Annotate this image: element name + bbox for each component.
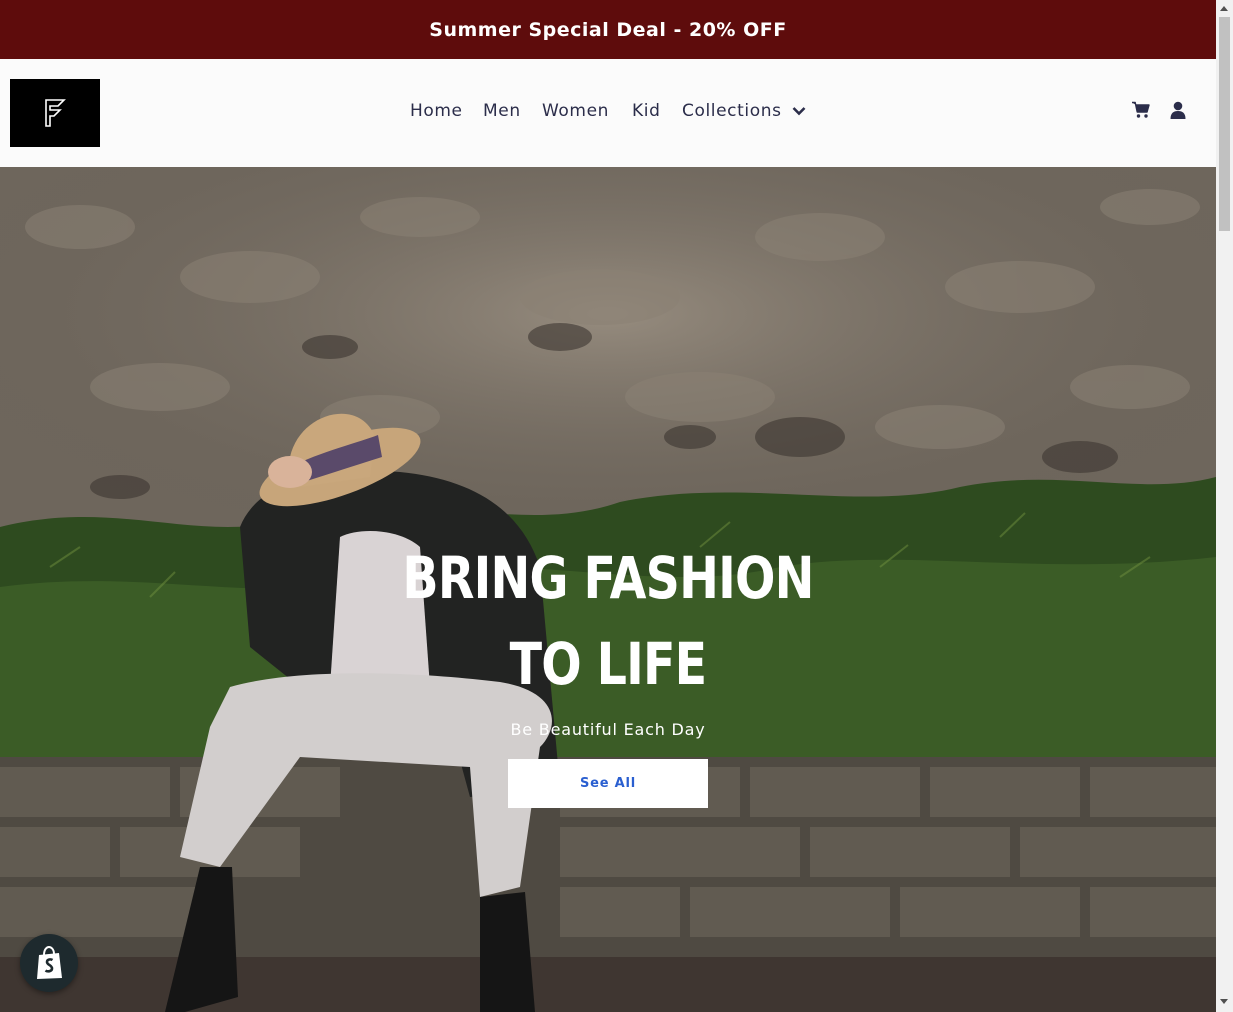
nav-collections-label: Collections bbox=[682, 101, 782, 121]
shopify-bag-icon bbox=[37, 946, 62, 979]
scroll-down-arrow-icon[interactable] bbox=[1220, 999, 1228, 1004]
chevron-down-icon bbox=[792, 107, 805, 116]
hero-content: BRING FASHION TO LIFE Be Beautiful Each … bbox=[0, 167, 1216, 1012]
scroll-thumb[interactable] bbox=[1219, 17, 1230, 231]
hero-headline-line2: TO LIFE bbox=[509, 630, 707, 698]
hero-headline-line1: BRING FASHION bbox=[402, 544, 814, 612]
announcement-text: Summer Special Deal - 20% OFF bbox=[429, 18, 787, 41]
nav-women[interactable]: Women bbox=[542, 101, 609, 121]
account-icon[interactable] bbox=[1170, 101, 1186, 124]
nav-men[interactable]: Men bbox=[483, 101, 521, 121]
announcement-bar: Summer Special Deal - 20% OFF bbox=[0, 0, 1216, 59]
cart-icon[interactable] bbox=[1132, 101, 1150, 124]
nav-kid[interactable]: Kid bbox=[632, 101, 660, 121]
nav-home[interactable]: Home bbox=[410, 101, 463, 121]
nav-collections[interactable]: Collections bbox=[682, 101, 806, 121]
site-header: Home Men Women Kid Collections bbox=[0, 59, 1216, 167]
shopify-badge[interactable] bbox=[20, 934, 78, 992]
hero-tagline: Be Beautiful Each Day bbox=[510, 720, 706, 739]
scroll-up-arrow-icon[interactable] bbox=[1220, 6, 1228, 11]
see-all-button[interactable]: See All bbox=[508, 759, 708, 808]
main-nav: Home Men Women Kid Collections bbox=[0, 59, 1216, 167]
page-scrollbar[interactable] bbox=[1216, 0, 1233, 1012]
hero-banner: BRING FASHION TO LIFE Be Beautiful Each … bbox=[0, 167, 1216, 1012]
